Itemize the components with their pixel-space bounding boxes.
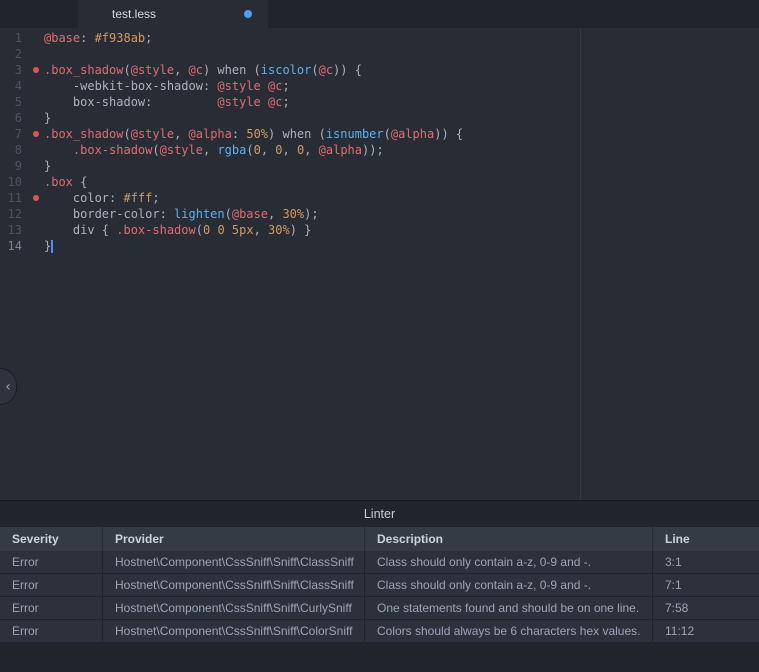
linter-row[interactable]: Error Hostnet\Component\CssSniff\Sniff\Cl…	[0, 574, 759, 597]
editor-window: test.less 1 @base: #f938ab; 2 3 .box_shadow(…	[0, 0, 759, 672]
tab-bar: test.less	[0, 0, 759, 28]
description-cell: Colors should always be 6 characters hex…	[365, 620, 653, 642]
lint-error-dot-icon	[24, 126, 44, 142]
column-header-line: Line	[665, 532, 690, 546]
column-header-provider: Provider	[103, 527, 365, 551]
code-line[interactable]: 9}	[0, 158, 759, 174]
linter-table-body: Error Hostnet\Component\CssSniff\Sniff\Cl…	[0, 551, 759, 643]
line-number[interactable]: 2	[0, 46, 24, 62]
line-number[interactable]: 5	[0, 94, 24, 110]
column-header-description: Description	[365, 527, 653, 551]
code-text: color: #fff;	[44, 191, 160, 205]
code-text: .box-shadow(@style, rgba(0, 0, 0, @alpha…	[72, 143, 384, 157]
description-cell: One statements found and should be on on…	[365, 597, 653, 619]
code-text: -webkit-box-shadow: @style @c;	[44, 79, 290, 93]
severity-cell: Error	[0, 620, 103, 642]
gutter-dot-slot	[24, 94, 44, 110]
line-number[interactable]: 6	[0, 110, 24, 126]
line-cell: 11:12	[665, 624, 695, 638]
linter-row[interactable]: Error Hostnet\Component\CssSniff\Sniff\Co…	[0, 620, 759, 643]
severity-cell: Error	[0, 597, 103, 619]
linter-panel: Linter Severity Provider Description Line E…	[0, 500, 759, 672]
code-editor[interactable]: 1 @base: #f938ab; 2 3 .box_shadow(@style, @c…	[0, 28, 759, 500]
code-line[interactable]: 10 .box {	[0, 174, 759, 190]
code-line[interactable]: 2	[0, 46, 759, 62]
modified-indicator-icon[interactable]	[244, 10, 252, 18]
code-line[interactable]: 5 box-shadow: @style @c;	[0, 94, 759, 110]
code-text: .box_shadow(@style, @alpha: 50%) when (i…	[44, 127, 464, 141]
column-header-severity: Severity	[0, 527, 103, 551]
chevron-left-icon: ‹	[5, 378, 11, 395]
panel-toggle-button[interactable]: ‹	[0, 368, 17, 405]
line-number[interactable]: 11	[0, 190, 24, 206]
code-line[interactable]: 1 @base: #f938ab;	[0, 30, 759, 46]
provider-cell: Hostnet\Component\CssSniff\Sniff\ClassSn…	[103, 574, 365, 596]
severity-cell: Error	[0, 574, 103, 596]
description-cell: Class should only contain a-z, 0-9 and -…	[365, 574, 653, 596]
line-cell: 7:1	[665, 578, 682, 592]
line-number[interactable]: 9	[0, 158, 24, 174]
code-text: @base: #f938ab;	[44, 31, 153, 45]
text-cursor	[51, 240, 54, 253]
code-lines: 1 @base: #f938ab; 2 3 .box_shadow(@style, @c…	[0, 28, 759, 254]
severity-cell: Error	[0, 551, 103, 573]
provider-cell: Hostnet\Component\CssSniff\Sniff\ColorSn…	[103, 620, 365, 642]
line-number[interactable]: 8	[0, 142, 24, 158]
gutter-dot-slot	[24, 110, 44, 126]
gutter-dot-slot	[24, 158, 44, 174]
line-number[interactable]: 12	[0, 206, 24, 222]
code-line[interactable]: 11 color: #fff;	[0, 190, 759, 206]
code-line[interactable]: 3 .box_shadow(@style, @c) when (iscolor(@…	[0, 62, 759, 78]
gutter-dot-slot	[24, 238, 44, 254]
gutter-dot-slot	[24, 222, 44, 238]
gutter-dot-slot	[24, 30, 44, 46]
code-text: box-shadow: @style @c;	[44, 95, 290, 109]
line-number[interactable]: 10	[0, 174, 24, 190]
line-number[interactable]: 7	[0, 126, 24, 142]
provider-cell: Hostnet\Component\CssSniff\Sniff\ClassSn…	[103, 551, 365, 573]
code-line[interactable]: 8 .box-shadow(@style, rgba(0, 0, 0, @alp…	[0, 142, 759, 158]
gutter-dot-slot	[24, 142, 44, 158]
code-text: }	[44, 159, 52, 173]
line-number[interactable]: 13	[0, 222, 24, 238]
gutter-dot-slot	[24, 174, 44, 190]
gutter-dot-slot	[24, 78, 44, 94]
lint-error-dot-icon	[24, 190, 44, 206]
tab-test-less[interactable]: test.less	[78, 0, 268, 28]
code-text: }	[44, 111, 52, 125]
line-number[interactable]: 1	[0, 30, 24, 46]
code-text: div { .box-shadow(0 0 5px, 30%) }	[44, 223, 312, 237]
code-line[interactable]: 13 div { .box-shadow(0 0 5px, 30%) }	[0, 222, 759, 238]
line-number[interactable]: 14	[0, 238, 24, 254]
gutter-dot-slot	[24, 206, 44, 222]
linter-table-header: Severity Provider Description Line	[0, 527, 759, 551]
code-text: .box {	[44, 175, 88, 189]
line-cell: 3:1	[665, 555, 682, 569]
line-cell: 7:58	[665, 601, 689, 615]
linter-row[interactable]: Error Hostnet\Component\CssSniff\Sniff\Cl…	[0, 551, 759, 574]
code-line[interactable]: 12 border-color: lighten(@base, 30%);	[0, 206, 759, 222]
code-text: .box_shadow(@style, @c) when (iscolor(@c…	[44, 63, 362, 77]
code-line[interactable]: 6}	[0, 110, 759, 126]
linter-row[interactable]: Error Hostnet\Component\CssSniff\Sniff\Cu…	[0, 597, 759, 620]
code-line[interactable]: 7 .box_shadow(@style, @alpha: 50%) when (…	[0, 126, 759, 142]
gutter-dot-slot	[24, 46, 44, 62]
line-number[interactable]: 3	[0, 62, 24, 78]
code-line[interactable]: 14}	[0, 238, 759, 254]
tab-title: test.less	[112, 7, 157, 21]
provider-cell: Hostnet\Component\CssSniff\Sniff\CurlySn…	[103, 597, 365, 619]
lint-error-dot-icon	[24, 62, 44, 78]
description-cell: Class should only contain a-z, 0-9 and -…	[365, 551, 653, 573]
line-number[interactable]: 4	[0, 78, 24, 94]
code-text: }	[44, 239, 54, 253]
code-text: border-color: lighten(@base, 30%);	[44, 207, 319, 221]
code-line[interactable]: 4 -webkit-box-shadow: @style @c;	[0, 78, 759, 94]
linter-panel-title: Linter	[363, 507, 396, 521]
